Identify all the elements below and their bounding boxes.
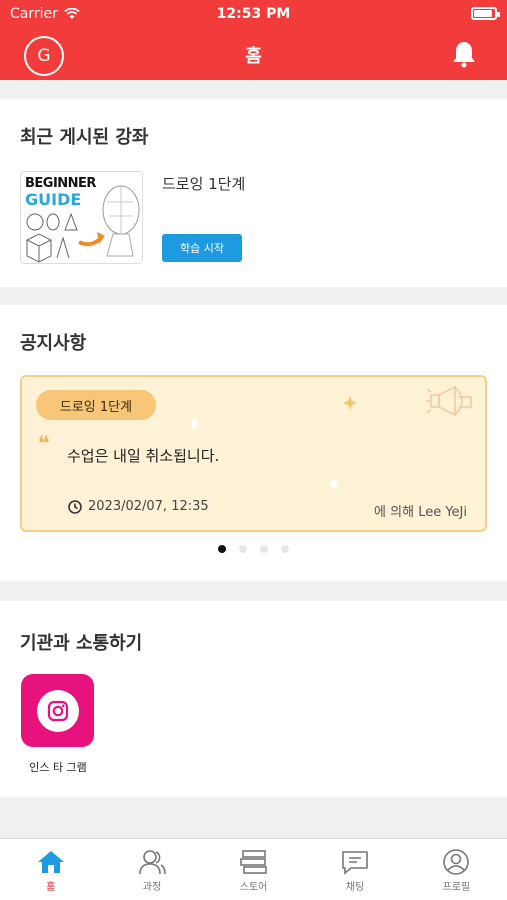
tab-courses[interactable]: 과정 [101,839,202,900]
tab-bar: 홈 과정 스토어 채팅 프로필 [0,838,507,900]
tab-label: 스토어 [239,882,268,893]
tab-home[interactable]: 홈 [0,839,101,900]
section-title-notices: 공지사항 [20,333,87,354]
tab-chat[interactable]: 채팅 [304,839,405,900]
tab-store[interactable]: 스토어 [203,839,304,900]
sparkle-decoration [330,480,338,488]
instagram-label: 인스 타 그램 [29,761,87,774]
nav-bar: G 홈 [0,28,507,80]
section-title-recent: 최근 게시된 강좌 [20,127,149,148]
start-learning-button[interactable]: 학습 시작 [162,234,242,262]
pagination-dot[interactable] [239,545,247,553]
tab-profile[interactable]: 프로필 [406,839,507,900]
communicate-section: 기관과 소통하기 인스 타 그램 [0,601,507,797]
clock-icon [68,499,82,514]
home-icon [37,851,64,873]
notice-datetime-text: 2023/02/07, 12:35 [88,499,209,514]
notices-section: 공지사항 드로잉 1단계 ❝ 수업은 내일 취소됩니다. 2023/02/07,… [0,305,507,581]
chat-icon [342,851,368,875]
pagination-dot[interactable] [218,545,226,553]
tab-label: 홈 [46,882,56,893]
profile-icon [443,849,470,875]
bell-icon[interactable] [451,40,477,68]
pagination-dot[interactable] [281,545,289,553]
instagram-button[interactable] [21,674,94,747]
users-icon [139,850,166,875]
recent-courses-section: 최근 게시된 강좌 BEGINNER GUIDE 드로잉 1단계 학습 시작 [0,99,507,287]
drawing-illustration [26,185,140,263]
tab-label: 과정 [142,882,162,893]
battery-icon [471,7,500,20]
course-thumbnail[interactable]: BEGINNER GUIDE [20,171,143,264]
tab-label: 프로필 [442,882,471,893]
sparkle-decoration [343,396,357,410]
notice-text: 수업은 내일 취소됩니다. [67,447,220,465]
clock: 12:53 PM [216,6,291,22]
section-title-communicate: 기관과 소통하기 [20,633,143,654]
course-name[interactable]: 드로잉 1단계 [162,173,245,194]
notice-datetime: 2023/02/07, 12:35 [68,499,209,514]
sparkle-decoration [190,420,198,428]
books-icon [239,850,267,874]
notice-card[interactable]: 드로잉 1단계 ❝ 수업은 내일 취소됩니다. 2023/02/07, 12:3… [20,375,487,532]
pagination-dots [0,545,507,553]
notice-tag: 드로잉 1단계 [36,390,156,420]
megaphone-icon [426,385,472,417]
notice-author: 에 의해 Lee YeJi [374,505,467,520]
pagination-dot[interactable] [260,545,268,553]
instagram-icon [47,700,68,721]
tab-label: 채팅 [345,882,365,893]
quote-icon: ❝ [38,431,50,455]
status-bar: Carrier 12:53 PM [0,0,507,28]
page-title: 홈 [245,46,262,67]
